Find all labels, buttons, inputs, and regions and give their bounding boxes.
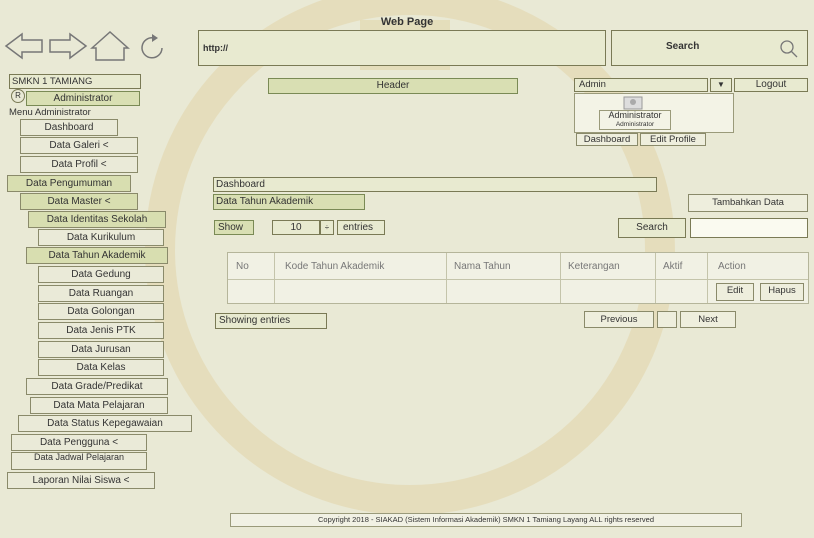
profile-role: Administrator bbox=[615, 121, 655, 128]
sidebar-item[interactable]: Data Kurikulum bbox=[38, 229, 164, 246]
column-header-keterangan: Keterangan bbox=[568, 261, 620, 272]
sidebar-item[interactable]: Data Pengguna < bbox=[11, 434, 147, 451]
sidebar-item[interactable]: Data Profil < bbox=[20, 156, 138, 173]
sidebar-item[interactable]: Laporan Nilai Siswa < bbox=[7, 472, 155, 489]
edit-button[interactable]: Edit bbox=[716, 283, 754, 301]
sidebar-item[interactable]: Data Ruangan bbox=[38, 285, 164, 302]
refresh-icon[interactable] bbox=[141, 34, 163, 59]
footer-copyright: Copyright 2018 - SIAKAD (Sistem Informas… bbox=[230, 513, 742, 527]
showing-entries: Showing entries bbox=[215, 313, 327, 329]
sidebar-item[interactable]: Data Master < bbox=[20, 193, 138, 210]
column-header-action: Action bbox=[718, 261, 746, 272]
add-data-button[interactable]: Tambahkan Data bbox=[688, 194, 808, 212]
school-name: SMKN 1 TAMIANG bbox=[9, 74, 141, 89]
header-bar: Header bbox=[268, 78, 518, 94]
sidebar-item[interactable]: Data Kelas bbox=[38, 359, 164, 376]
profile-dashboard-button[interactable]: Dashboard bbox=[576, 133, 638, 146]
admin-select[interactable]: Admin bbox=[574, 78, 708, 92]
role-label: Administrator bbox=[26, 91, 140, 106]
breadcrumb: Dashboard bbox=[213, 177, 657, 192]
browser-search-label: Search bbox=[666, 41, 700, 52]
sidebar-item[interactable]: Data Mata Pelajaran bbox=[30, 397, 168, 414]
browser-nav-icons bbox=[4, 30, 163, 61]
edit-profile-button[interactable]: Edit Profile bbox=[640, 133, 706, 146]
profile-name: Administrator bbox=[608, 110, 662, 120]
profile-card: Administrator Administrator bbox=[599, 110, 671, 130]
next-button[interactable]: Next bbox=[680, 311, 736, 328]
entries-label: entries bbox=[337, 220, 385, 235]
profile-avatar-icon bbox=[623, 96, 643, 110]
entries-stepper-icon[interactable]: ÷ bbox=[320, 220, 334, 235]
sidebar-item[interactable]: Data Jadwal Pelajaran bbox=[11, 452, 147, 470]
data-table: No Kode Tahun Akademik Nama Tahun Ketera… bbox=[227, 252, 809, 304]
sidebar-item[interactable]: Data Gedung bbox=[38, 266, 164, 283]
page-number-button[interactable] bbox=[657, 311, 677, 328]
menu-title: Menu Administrator bbox=[9, 107, 91, 118]
column-header-nama: Nama Tahun bbox=[454, 261, 511, 272]
sidebar-item[interactable]: Data Pengumuman bbox=[7, 175, 131, 192]
sidebar-item[interactable]: Data Identitas Sekolah bbox=[28, 211, 166, 228]
back-icon[interactable] bbox=[4, 32, 43, 60]
profile-dropdown: Administrator Administrator bbox=[574, 93, 734, 133]
column-header-kode: Kode Tahun Akademik bbox=[285, 261, 385, 272]
previous-button[interactable]: Previous bbox=[584, 311, 654, 328]
home-icon[interactable] bbox=[90, 30, 130, 61]
chevron-down-icon[interactable]: ▼ bbox=[710, 78, 732, 92]
column-header-no: No bbox=[236, 261, 249, 272]
search-icon[interactable] bbox=[779, 39, 799, 59]
forward-icon[interactable] bbox=[49, 32, 88, 60]
entries-select[interactable]: 10 bbox=[272, 220, 320, 235]
sidebar-item[interactable]: Dashboard bbox=[20, 119, 118, 136]
sidebar-item[interactable]: Data Jurusan bbox=[38, 341, 164, 358]
logout-button[interactable]: Logout bbox=[734, 78, 808, 92]
sidebar-item[interactable]: Data Status Kepegawaian bbox=[18, 415, 192, 432]
sidebar-item[interactable]: Data Jenis PTK bbox=[38, 322, 164, 339]
show-label: Show bbox=[214, 220, 254, 235]
address-bar[interactable]: http:// bbox=[198, 30, 606, 66]
user-avatar-icon: R bbox=[11, 89, 25, 103]
search-input[interactable] bbox=[690, 218, 808, 238]
sidebar-item[interactable]: Data Golongan bbox=[38, 303, 164, 320]
sidebar-item[interactable]: Data Galeri < bbox=[20, 137, 138, 154]
search-label: Search bbox=[618, 218, 686, 238]
sidebar-item[interactable]: Data Grade/Predikat bbox=[26, 378, 168, 395]
browser-search[interactable]: Search bbox=[611, 30, 808, 66]
page-title: Data Tahun Akademik bbox=[213, 194, 365, 210]
column-header-aktif: Aktif bbox=[663, 261, 683, 272]
sidebar-item[interactable]: Data Tahun Akademik bbox=[26, 247, 168, 264]
delete-button[interactable]: Hapus bbox=[760, 283, 804, 301]
